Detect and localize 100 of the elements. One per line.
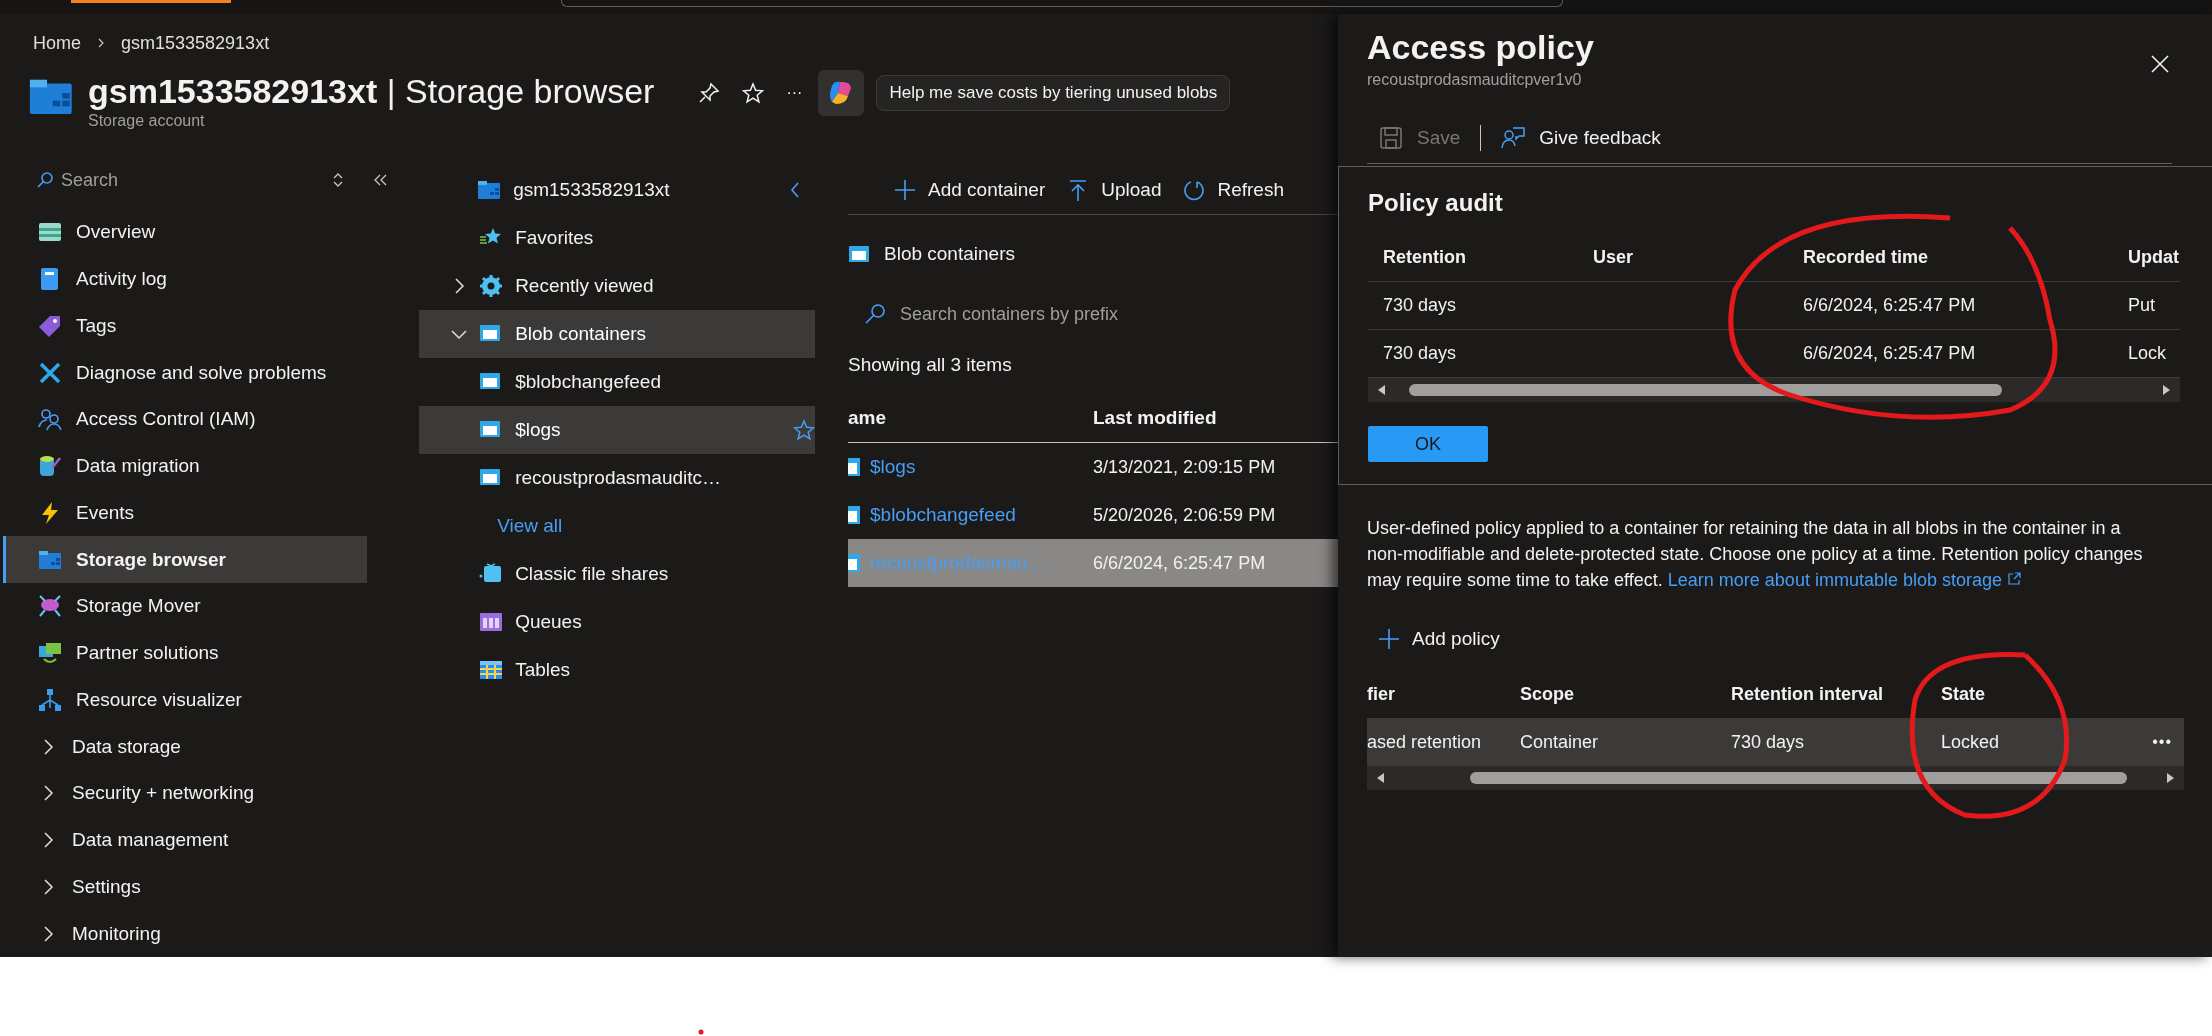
table-cell-text: 6/6/2024, 6:25:47 PM — [1802, 343, 1977, 364]
nav-item[interactable]: Data storage — [3, 723, 367, 770]
search-icon — [36, 171, 54, 189]
breadcrumb-link[interactable]: Home — [33, 32, 81, 54]
table-cell-text: Lock — [2127, 343, 2168, 364]
container-link[interactable]: $logs — [870, 456, 916, 478]
cloud-icon — [38, 594, 62, 619]
nav-item[interactable]: Storage Mover — [3, 583, 367, 630]
panel-title: Access policy — [1367, 28, 1594, 67]
tree-item[interactable]: recoustprodasmauditc… — [419, 454, 816, 502]
scrollbar[interactable] — [1367, 766, 2184, 790]
plus-icon — [894, 179, 916, 201]
scroll-right-icon — [2162, 384, 2172, 396]
search-field[interactable]: Search — [27, 163, 305, 197]
search-field[interactable]: Search containers by prefix — [848, 292, 1338, 336]
more-button[interactable]: ··· — [786, 84, 803, 102]
toolbar-button[interactable]: Refresh — [1183, 179, 1284, 201]
sort-icon[interactable] — [331, 171, 345, 189]
table-cell-text: 730 days — [1382, 295, 1458, 316]
scrollbar-thumb[interactable] — [1469, 772, 2128, 784]
nav-item[interactable]: Monitoring — [3, 910, 367, 957]
tree-item[interactable]: Favorites — [419, 214, 816, 262]
nav-item[interactable]: Overview — [3, 209, 367, 256]
toolbar-button[interactable]: Upload — [1067, 179, 1162, 201]
tools-icon — [38, 360, 62, 385]
tree-item[interactable]: gsm1533582913xt — [419, 166, 816, 214]
page-title: gsm1533582913xt | Storage browser — [88, 71, 655, 112]
breadcrumb-link[interactable]: gsm1533582913xt — [121, 32, 270, 54]
table-row[interactable]: $logs 3/13/2021, 2:09:15 PM — [848, 443, 1338, 491]
pin-icon[interactable] — [698, 82, 721, 104]
view-all-link[interactable]: View all — [419, 502, 563, 550]
column-header: ame — [848, 407, 888, 429]
table-cell-text: 730 days — [1382, 343, 1458, 364]
description-text: User-defined policy applied to a container for retaining the data in all blobs in the container in a non-modifiable and delete-protected state. Choose one policy at a time. Retention policy changes may require some time to take effect. Learn more about immutable blob storage — [1367, 517, 2144, 592]
nav-item[interactable]: Tags — [3, 302, 367, 350]
nav-item[interactable]: Settings — [3, 863, 367, 911]
table-cell-text: Locked — [1941, 731, 2001, 753]
toolbar-button[interactable]: Add container — [894, 179, 1046, 201]
suggestion-button[interactable]: Help me save costs by tiering unused blobs — [876, 75, 1231, 111]
container-icon — [848, 504, 860, 526]
more-button[interactable]: ••• — [2152, 733, 2172, 751]
container-icon — [848, 552, 860, 574]
table-row[interactable]: $blobchangefeed 5/20/2026, 2:06:59 PM — [848, 491, 1338, 539]
tag-icon — [38, 313, 62, 338]
column-header: Last modified — [1093, 407, 1218, 429]
table-cell-text: Put — [2127, 295, 2157, 316]
nav-item[interactable]: Data migration — [3, 442, 367, 490]
tree-item[interactable]: Queues — [419, 598, 816, 646]
nav-item[interactable]: Resource visualizer — [3, 676, 367, 724]
external-link-icon — [2007, 572, 2021, 586]
tree-item[interactable]: Recently viewed — [419, 262, 816, 310]
container-link[interactable]: $blobchangefeed — [870, 504, 1016, 526]
search-icon — [864, 303, 886, 325]
ok-button[interactable]: OK — [1368, 426, 1488, 462]
refresh-icon — [1183, 179, 1206, 201]
column-header: Updat — [2127, 247, 2180, 268]
section-heading: Blob containers — [884, 242, 1015, 265]
table-row[interactable]: ased retention Container 730 days Locked ••• — [1367, 718, 2184, 766]
nav-item[interactable]: Partner solutions — [3, 629, 367, 677]
nav-item[interactable]: Activity log — [3, 255, 367, 303]
save-icon — [1379, 126, 1403, 150]
scroll-left-icon — [1376, 384, 1386, 396]
container-icon — [848, 456, 860, 478]
table-cell-text: Container — [1520, 731, 1600, 753]
tree-item[interactable]: $logs — [419, 406, 816, 454]
table-cell-text: 6/6/2024, 6:25:47 PM — [1802, 295, 1977, 316]
search-field[interactable] — [561, 0, 1563, 7]
nav-item[interactable]: Diagnose and solve problems — [3, 349, 367, 396]
scrollbar[interactable] — [1368, 378, 2180, 402]
database-icon — [38, 454, 62, 479]
feedback-icon — [1501, 126, 1526, 150]
table-cell-text: ased retention — [1367, 731, 1483, 753]
star-icon[interactable] — [793, 419, 816, 441]
table-cell-text: 730 days — [1731, 731, 1806, 753]
table-cell-text: 6/6/2024, 6:25:47 PM — [1093, 552, 1267, 574]
nav-item[interactable]: Events — [3, 489, 367, 537]
nav-item[interactable]: Security + networking — [3, 770, 367, 817]
table-cell-text: 5/20/2026, 2:06:59 PM — [1093, 504, 1277, 526]
column-header: Recorded time — [1802, 247, 1930, 268]
nav-item[interactable]: Access Control (IAM) — [3, 396, 367, 443]
close-icon[interactable] — [2150, 54, 2170, 74]
item-count: Showing all 3 items — [848, 353, 1013, 377]
scrollbar-thumb[interactable] — [1409, 384, 2002, 396]
nav-item[interactable]: Storage browser — [3, 536, 367, 583]
column-header: fier — [1367, 683, 1396, 705]
tree-item[interactable]: Blob containers — [419, 310, 816, 358]
nav-item[interactable]: Data management — [3, 816, 367, 864]
copilot-button[interactable] — [818, 70, 865, 116]
column-header: User — [1592, 247, 1635, 268]
scroll-right-icon — [2166, 772, 2176, 784]
table-cell-text: 3/13/2021, 2:09:15 PM — [1093, 456, 1277, 478]
column-header: Scope — [1520, 683, 1576, 705]
feedback-button[interactable]: Give feedback — [1501, 126, 1661, 150]
learn-more-link[interactable]: Learn more about immutable blob storage — [1667, 570, 2021, 590]
tree-item[interactable]: Tables — [419, 646, 816, 694]
tree-item[interactable]: $blobchangefeed — [419, 358, 816, 406]
page-subtitle: Storage account — [88, 112, 206, 130]
add-policy-button[interactable]: Add policy — [1378, 628, 2212, 650]
tree-item[interactable]: Classic file shares — [419, 550, 816, 598]
column-header: Retention — [1382, 247, 1467, 268]
